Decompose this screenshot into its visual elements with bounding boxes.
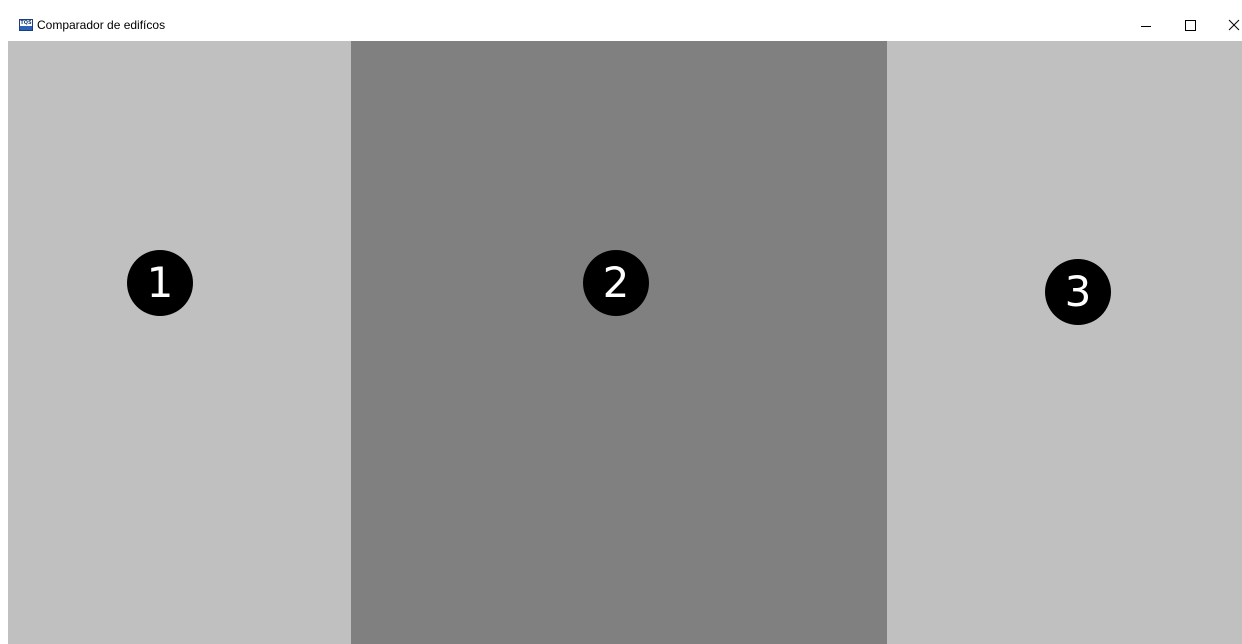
panel-number-badge-3: 3 [1045,259,1111,325]
app-icon[interactable]: TQS [19,19,33,31]
minimize-button[interactable] [1123,10,1169,41]
panel-number-badge-2: 2 [583,250,649,316]
panel-2[interactable]: 2 [351,41,887,644]
close-icon [1228,19,1240,31]
app-window: TQS Comparador de edifícos 1 2 3 [0,0,1242,644]
app-icon-label: TQS [20,20,32,26]
close-button[interactable] [1211,10,1242,41]
panel-3[interactable]: 3 [887,41,1242,644]
client-area: 1 2 3 [8,41,1242,644]
minimize-icon [1141,26,1151,27]
title-bar[interactable]: TQS Comparador de edifícos [8,10,1242,41]
maximize-icon [1185,20,1196,31]
panel-number-badge-1: 1 [127,250,193,316]
window-title: Comparador de edifícos [37,18,166,32]
panel-1[interactable]: 1 [8,41,351,644]
maximize-button[interactable] [1167,10,1213,41]
